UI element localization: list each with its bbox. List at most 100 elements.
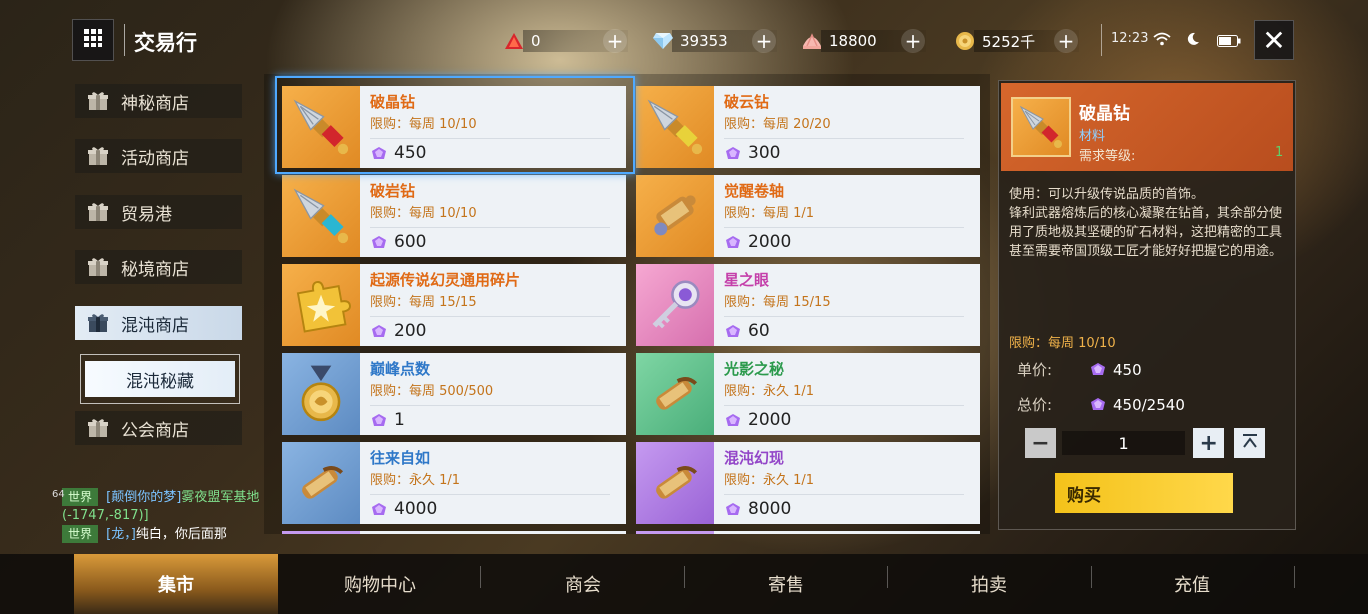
purple-gem-icon (1089, 397, 1107, 412)
item-name: 光影之秘 (724, 360, 785, 378)
drill-yellow-icon (636, 86, 714, 168)
clock: 12:23 (1111, 31, 1149, 46)
quantity-value[interactable]: 1 (1061, 431, 1186, 455)
detail-total-price: 总价: 450/2540 (1017, 394, 1185, 415)
item-limit: 限购：每周 15/15 (370, 295, 477, 310)
item-card[interactable]: 破岩钻 限购：每周 10/10 600 (282, 175, 626, 257)
gold-coin-icon (954, 30, 976, 52)
item-name: 觉醒卷轴 (724, 182, 785, 200)
increase-quantity-button[interactable]: + (1193, 428, 1225, 458)
detail-description: 使用：可以升级传说品质的首饰。 锋利武器熔炼后的核心凝聚在钻首，其余部分使用了质… (1009, 187, 1283, 259)
purple-gem-icon (370, 146, 388, 160)
gift-icon (87, 313, 109, 333)
battery-icon (1217, 32, 1241, 51)
purple-gem-icon (724, 502, 742, 516)
item-card[interactable]: 星之眼 限购：每周 15/15 60 (636, 264, 980, 346)
item-card[interactable]: 巅峰点数 限购：每周 500/500 1 (282, 353, 626, 435)
scroll-icon (282, 442, 360, 524)
item-card[interactable]: 光影之秘限购：永久 1/1 2000 (636, 353, 980, 435)
tab-label: 寄售 (768, 575, 804, 596)
decrease-quantity-button[interactable]: − (1025, 428, 1056, 458)
gift-icon (87, 91, 109, 111)
sidebar-item-label: 公会商店 (121, 420, 189, 441)
purple-gem-icon (724, 235, 742, 249)
item-name: 破岩钻 (370, 182, 416, 200)
tab-market[interactable]: 集市 (74, 554, 278, 614)
tab-consignment[interactable]: 寄售 (684, 554, 888, 614)
sidebar-item-label: 秘境商店 (121, 259, 189, 280)
red-crystal-icon (503, 30, 525, 52)
item-price-value: 1 (394, 410, 405, 430)
item-info: 往来自如 限购：永久 1/1 4000 (360, 442, 626, 524)
add-shell-button[interactable]: + (901, 29, 925, 53)
item-price: 300 (724, 138, 964, 163)
item-card[interactable]: 混沌幻现 限购：永久 1/1 8000 (636, 442, 980, 524)
sidebar-item-label: 神秘商店 (121, 93, 189, 114)
diamond-icon (652, 30, 674, 52)
detail-unit-price: 单价: 450 (1017, 359, 1142, 380)
currency-red-crystal: 0 + (503, 28, 628, 54)
item-name: 往来自如 (370, 449, 431, 467)
item-list[interactable]: 破晶钻 限购：每周 10/10 450 破云钻 限购：每周 20/20 300 破岩钻 限购：… (264, 74, 990, 534)
sidebar-item-mystery-shop[interactable]: 神秘商店 (75, 84, 242, 118)
tab-auction[interactable]: 拍卖 (887, 554, 1091, 614)
item-info: 觉醒卷轴 限购：每周 1/1 2000 (714, 175, 980, 257)
item-price: 200 (370, 316, 610, 341)
sidebar-item-secret-realm-shop[interactable]: 秘境商店 (75, 250, 242, 284)
item-price: 2000 (724, 405, 964, 430)
menu-button[interactable] (72, 19, 114, 61)
purple-gem-icon (724, 324, 742, 338)
gift-icon (87, 146, 109, 166)
add-diamond-button[interactable]: + (752, 29, 776, 53)
item-name: 破云钻 (724, 93, 770, 111)
sidebar-item-trade-port[interactable]: 贸易港 (75, 195, 242, 229)
sidebar-item-guild-shop[interactable]: 公会商店 (75, 411, 242, 445)
sidebar-item-event-shop[interactable]: 活动商店 (75, 139, 242, 173)
drill-cyan-icon (282, 175, 360, 257)
title-divider (124, 24, 125, 56)
star-key-icon (636, 264, 714, 346)
item-limit: 限购：永久 1/1 (724, 384, 815, 399)
chat-box[interactable]: 64 世界 [颠倒你的梦]雾夜盟军基地(-1747,-817)] 世界 [龙，]… (50, 488, 260, 544)
item-name: 巅峰点数 (370, 360, 431, 378)
medal-icon (282, 353, 360, 435)
item-card-partial (636, 531, 980, 534)
item-info: 星之眼 限购：每周 15/15 60 (714, 264, 980, 346)
item-card[interactable]: 往来自如 限购：永久 1/1 4000 (282, 442, 626, 524)
item-detail-panel: 破晶钻 材料 需求等级: 1 使用：可以升级传说品质的首饰。 锋利武器熔炼后的核… (998, 80, 1296, 530)
item-price: 2000 (724, 227, 964, 252)
item-price: 8000 (724, 494, 964, 519)
sidebar-subitem-chaos-treasure[interactable]: 混沌秘藏 (80, 354, 240, 404)
item-card[interactable]: 起源传说幻灵通用碎片 限购：每周 15/15 200 (282, 264, 626, 346)
tab-divider (1294, 566, 1295, 588)
sidebar-item-chaos-shop[interactable]: 混沌商店 (75, 306, 242, 340)
item-limit: 限购：每周 10/10 (370, 117, 477, 132)
close-button[interactable]: ✕ (1254, 20, 1294, 60)
tab-chamber[interactable]: 商会 (481, 554, 685, 614)
currency-shell: 18800 + (801, 28, 926, 54)
scroll-icon (636, 353, 714, 435)
tab-recharge[interactable]: 充值 (1090, 554, 1294, 614)
max-icon (1241, 433, 1259, 453)
unit-price-label: 单价: (1017, 361, 1053, 379)
buy-button[interactable]: 购买 (1055, 473, 1233, 513)
item-info: 破晶钻 限购：每周 10/10 450 (360, 86, 626, 168)
currency-value: 0 (531, 32, 541, 50)
item-info: 破云钻 限购：每周 20/20 300 (714, 86, 980, 168)
purple-gem-icon (370, 324, 388, 338)
item-card[interactable]: 觉醒卷轴 限购：每周 1/1 2000 (636, 175, 980, 257)
max-quantity-button[interactable] (1234, 428, 1265, 458)
add-red-crystal-button[interactable]: + (603, 29, 627, 53)
item-card[interactable]: 破晶钻 限购：每周 10/10 450 (282, 86, 626, 168)
detail-required-level-value: 1 (1275, 145, 1284, 160)
tab-shopping-center[interactable]: 购物中心 (278, 554, 482, 614)
purple-gem-icon (370, 502, 388, 516)
item-price-value: 300 (748, 143, 781, 163)
item-card[interactable]: 破云钻 限购：每周 20/20 300 (636, 86, 980, 168)
grid-icon (83, 28, 103, 52)
unit-price-value: 450 (1113, 360, 1142, 379)
add-gold-button[interactable]: + (1054, 29, 1078, 53)
chat-channel-tag: 世界 (62, 488, 99, 506)
chat-message: 纯白，你后面那 (135, 527, 227, 542)
item-price-value: 2000 (748, 232, 792, 252)
